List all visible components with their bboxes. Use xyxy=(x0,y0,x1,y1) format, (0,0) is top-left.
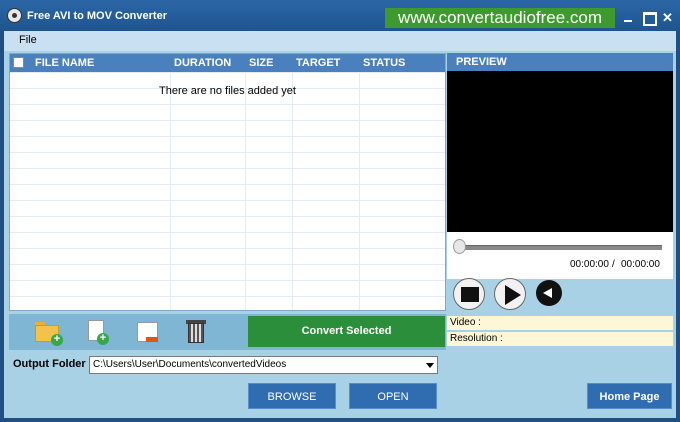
seek-handle[interactable] xyxy=(453,239,466,254)
seek-bar[interactable] xyxy=(459,245,662,250)
home-page-button[interactable]: Home Page xyxy=(587,383,672,409)
preview-panel: PREVIEW 00:00:00 / 00:00:00 xyxy=(447,53,673,279)
resolution-info: Resolution : xyxy=(447,332,673,346)
chevron-down-icon[interactable] xyxy=(426,363,434,368)
close-button[interactable]: ✕ xyxy=(659,10,676,25)
output-folder-label: Output Folder xyxy=(13,358,86,370)
file-list-grid xyxy=(10,72,445,310)
file-list[interactable]: FILE NAME DURATION SIZE TARGET STATUS Th… xyxy=(9,53,446,311)
grid-divider xyxy=(245,72,246,310)
grid-divider xyxy=(170,72,171,310)
minimize-button[interactable] xyxy=(620,10,637,25)
grid-divider xyxy=(292,72,293,310)
column-size[interactable]: SIZE xyxy=(249,57,273,69)
brand-link[interactable]: www.convertaudiofree.com xyxy=(385,8,615,28)
film-reel-icon xyxy=(7,8,22,23)
video-screen xyxy=(447,71,673,232)
menu-bar: File xyxy=(4,31,676,51)
video-info: Video : xyxy=(447,316,673,330)
grid-divider xyxy=(359,72,360,310)
total-time: 00:00:00 xyxy=(621,259,660,270)
menu-file[interactable]: File xyxy=(19,34,37,46)
time-separator: / xyxy=(612,259,615,270)
stop-icon[interactable] xyxy=(453,278,485,310)
output-folder-select[interactable]: C:\Users\User\Documents\convertedVideos xyxy=(89,356,438,374)
file-list-header: FILE NAME DURATION SIZE TARGET STATUS xyxy=(10,54,445,72)
volume-icon[interactable] xyxy=(536,280,562,306)
maximize-button[interactable] xyxy=(640,10,657,26)
trash-icon[interactable] xyxy=(184,319,214,347)
remove-file-icon[interactable] xyxy=(134,319,164,347)
add-folder-icon[interactable]: + xyxy=(34,319,64,347)
open-button[interactable]: OPEN xyxy=(349,383,437,409)
column-status[interactable]: STATUS xyxy=(363,57,405,69)
main-panel: FILE NAME DURATION SIZE TARGET STATUS Th… xyxy=(4,51,676,418)
output-folder-path: C:\Users\User\Documents\convertedVideos xyxy=(93,359,287,370)
browse-button[interactable]: BROWSE xyxy=(248,383,336,409)
select-all-checkbox[interactable] xyxy=(13,57,24,68)
column-duration[interactable]: DURATION xyxy=(174,57,231,69)
convert-selected-button[interactable]: Convert Selected xyxy=(248,316,445,347)
empty-list-message: There are no files added yet xyxy=(159,85,296,97)
current-time: 00:00:00 xyxy=(570,259,609,270)
column-target[interactable]: TARGET xyxy=(296,57,340,69)
play-icon[interactable] xyxy=(494,278,526,310)
preview-header: PREVIEW xyxy=(447,53,673,71)
add-file-icon[interactable]: + xyxy=(84,319,114,347)
title-bar: Free AVI to MOV Converter www.convertaud… xyxy=(0,0,680,31)
column-file-name[interactable]: FILE NAME xyxy=(35,57,94,69)
window-title: Free AVI to MOV Converter xyxy=(27,10,167,22)
